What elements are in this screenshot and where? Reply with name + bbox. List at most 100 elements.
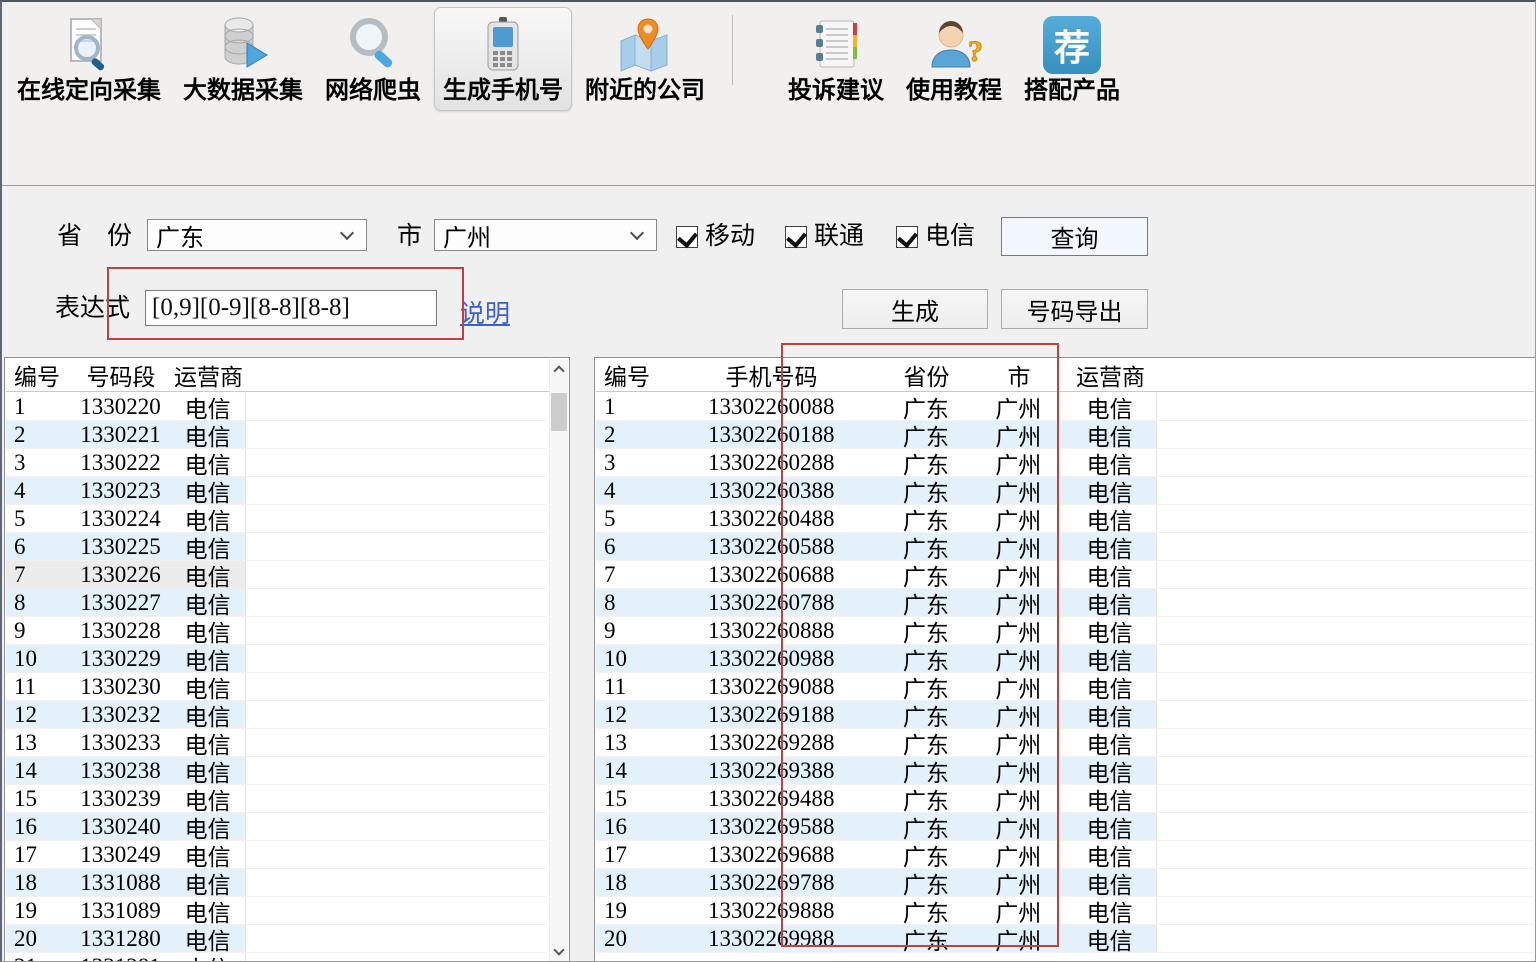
table-row[interactable]: 141330238电信 bbox=[6, 757, 548, 785]
table-row[interactable]: 91330228电信 bbox=[6, 617, 548, 645]
city-select[interactable]: 广州 bbox=[434, 219, 657, 251]
table-row[interactable]: 61330225电信 bbox=[6, 533, 548, 561]
table-row[interactable]: 1613302269588广东广州电信 bbox=[596, 813, 1534, 841]
table-row[interactable]: 713302260688广东广州电信 bbox=[596, 561, 1534, 589]
scroll-thumb[interactable] bbox=[551, 393, 567, 431]
table-row[interactable]: 31330222电信 bbox=[6, 449, 548, 477]
table-cell: 电信 bbox=[170, 673, 245, 700]
scroll-up-icon[interactable] bbox=[550, 359, 568, 378]
table-row[interactable]: 513302260488广东广州电信 bbox=[596, 505, 1534, 533]
table-cell: 广东 bbox=[879, 897, 974, 924]
column-header[interactable]: 运营商 bbox=[1064, 358, 1157, 391]
query-button[interactable]: 查询 bbox=[1001, 217, 1148, 256]
table-row[interactable]: 1213302269188广东广州电信 bbox=[596, 701, 1534, 729]
table-row[interactable]: 1713302269688广东广州电信 bbox=[596, 841, 1534, 869]
table-row[interactable]: 71330226电信 bbox=[6, 561, 548, 589]
province-select[interactable]: 广东 bbox=[147, 219, 367, 251]
column-header[interactable]: 市 bbox=[974, 358, 1064, 391]
table-cell: 电信 bbox=[1063, 757, 1156, 784]
carrier-checkbox-unicom[interactable] bbox=[785, 226, 807, 248]
table-cell: 4 bbox=[596, 477, 664, 504]
table-cell: 广东 bbox=[879, 561, 974, 588]
column-header[interactable]: 手机号码 bbox=[664, 358, 879, 391]
table-cell: 广州 bbox=[973, 589, 1063, 616]
table-row[interactable]: 171330249电信 bbox=[6, 841, 548, 869]
table-row[interactable]: 161330240电信 bbox=[6, 813, 548, 841]
table-row[interactable]: 213302260188广东广州电信 bbox=[596, 421, 1534, 449]
table-row[interactable]: 413302260388广东广州电信 bbox=[596, 477, 1534, 505]
toolbar-item-tutorial[interactable]: ? 使用教程 bbox=[897, 7, 1011, 111]
table-row[interactable]: 2013302269988广东广州电信 bbox=[596, 925, 1534, 953]
table-row[interactable]: 111330230电信 bbox=[6, 673, 548, 701]
table-cell: 20 bbox=[596, 925, 664, 952]
table-cell: 1330222 bbox=[71, 449, 171, 476]
table-cell: 1331088 bbox=[71, 869, 171, 896]
table-row[interactable]: 11330220电信 bbox=[6, 393, 548, 421]
table-cell: 10 bbox=[6, 645, 71, 672]
table-cell: 广州 bbox=[973, 421, 1063, 448]
toolbar-item-nearby-company[interactable]: 附近的公司 bbox=[576, 7, 714, 111]
table-cell: 19 bbox=[596, 897, 664, 924]
table-row[interactable]: 101330229电信 bbox=[6, 645, 548, 673]
toolbar-item-generate-phone[interactable]: 生成手机号 bbox=[434, 7, 572, 111]
column-header[interactable]: 编号 bbox=[596, 358, 664, 391]
doc-search-icon bbox=[56, 12, 122, 78]
table-row[interactable]: 51330224电信 bbox=[6, 505, 548, 533]
table-row[interactable]: 1313302269288广东广州电信 bbox=[596, 729, 1534, 757]
table-cell: 13302269088 bbox=[664, 673, 879, 700]
table-row[interactable]: 913302260888广东广州电信 bbox=[596, 617, 1534, 645]
table-cell: 11 bbox=[596, 673, 664, 700]
table-cell: 13302269988 bbox=[664, 925, 879, 952]
toolbar-item-online-collect[interactable]: 在线定向采集 bbox=[8, 7, 170, 111]
generate-button[interactable]: 生成 bbox=[842, 289, 988, 329]
toolbar-item-web-crawler[interactable]: 网络爬虫 bbox=[316, 7, 430, 111]
expression-label: 表达式 bbox=[55, 294, 130, 324]
toolbar-separator bbox=[732, 15, 733, 85]
toolbar-item-products[interactable]: 荐 搭配产品 bbox=[1015, 7, 1129, 111]
scroll-down-icon[interactable] bbox=[550, 942, 568, 961]
table-row[interactable]: 1113302269088广东广州电信 bbox=[596, 673, 1534, 701]
table-row[interactable]: 21330221电信 bbox=[6, 421, 548, 449]
table-row[interactable]: 191331089电信 bbox=[6, 897, 548, 925]
table-row[interactable]: 41330223电信 bbox=[6, 477, 548, 505]
carrier-checkbox-mobile[interactable] bbox=[676, 226, 698, 248]
toolbar-item-bigdata-collect[interactable]: 大数据采集 bbox=[174, 7, 312, 111]
svg-text:?: ? bbox=[968, 35, 983, 68]
chevron-down-icon bbox=[340, 225, 354, 239]
table-row[interactable]: 81330227电信 bbox=[6, 589, 548, 617]
help-link[interactable]: 说明 bbox=[460, 294, 510, 330]
segment-table-scrollbar[interactable] bbox=[549, 359, 568, 961]
expression-input[interactable] bbox=[145, 290, 437, 326]
table-row[interactable]: 121330232电信 bbox=[6, 701, 548, 729]
export-button[interactable]: 号码导出 bbox=[1001, 289, 1148, 329]
carrier-checkbox-telecom[interactable] bbox=[896, 226, 918, 248]
table-cell: 广东 bbox=[879, 925, 974, 952]
table-row[interactable]: 613302260588广东广州电信 bbox=[596, 533, 1534, 561]
table-row[interactable]: 1413302269388广东广州电信 bbox=[596, 757, 1534, 785]
table-row[interactable]: 181331088电信 bbox=[6, 869, 548, 897]
table-row[interactable]: 1813302269788广东广州电信 bbox=[596, 869, 1534, 897]
table-cell: 广州 bbox=[973, 533, 1063, 560]
column-header[interactable]: 运营商 bbox=[171, 358, 246, 391]
table-row[interactable]: 113302260088广东广州电信 bbox=[596, 393, 1534, 421]
table-cell: 1330232 bbox=[71, 701, 171, 728]
table-cell: 广东 bbox=[879, 757, 974, 784]
table-row[interactable]: 813302260788广东广州电信 bbox=[596, 589, 1534, 617]
column-header[interactable]: 编号 bbox=[6, 358, 71, 391]
column-header[interactable]: 号码段 bbox=[71, 358, 171, 391]
table-cell: 13 bbox=[596, 729, 664, 756]
toolbar-item-feedback[interactable]: 投诉建议 bbox=[779, 7, 893, 111]
table-cell: 1330229 bbox=[71, 645, 171, 672]
table-cell: 1330225 bbox=[71, 533, 171, 560]
table-row[interactable]: 1013302260988广东广州电信 bbox=[596, 645, 1534, 673]
table-row[interactable]: 201331280电信 bbox=[6, 925, 548, 953]
column-header[interactable]: 省份 bbox=[879, 358, 974, 391]
toolbar-item-label: 在线定向采集 bbox=[17, 78, 161, 104]
table-row[interactable]: 1513302269488广东广州电信 bbox=[596, 785, 1534, 813]
table-row[interactable]: 211331281电信 bbox=[6, 953, 548, 961]
table-row[interactable]: 151330239电信 bbox=[6, 785, 548, 813]
table-row[interactable]: 131330233电信 bbox=[6, 729, 548, 757]
table-row[interactable]: 1913302269888广东广州电信 bbox=[596, 897, 1534, 925]
table-row[interactable]: 313302260288广东广州电信 bbox=[596, 449, 1534, 477]
app-window: 在线定向采集 大数据采集 网络爬虫 bbox=[0, 0, 1536, 962]
